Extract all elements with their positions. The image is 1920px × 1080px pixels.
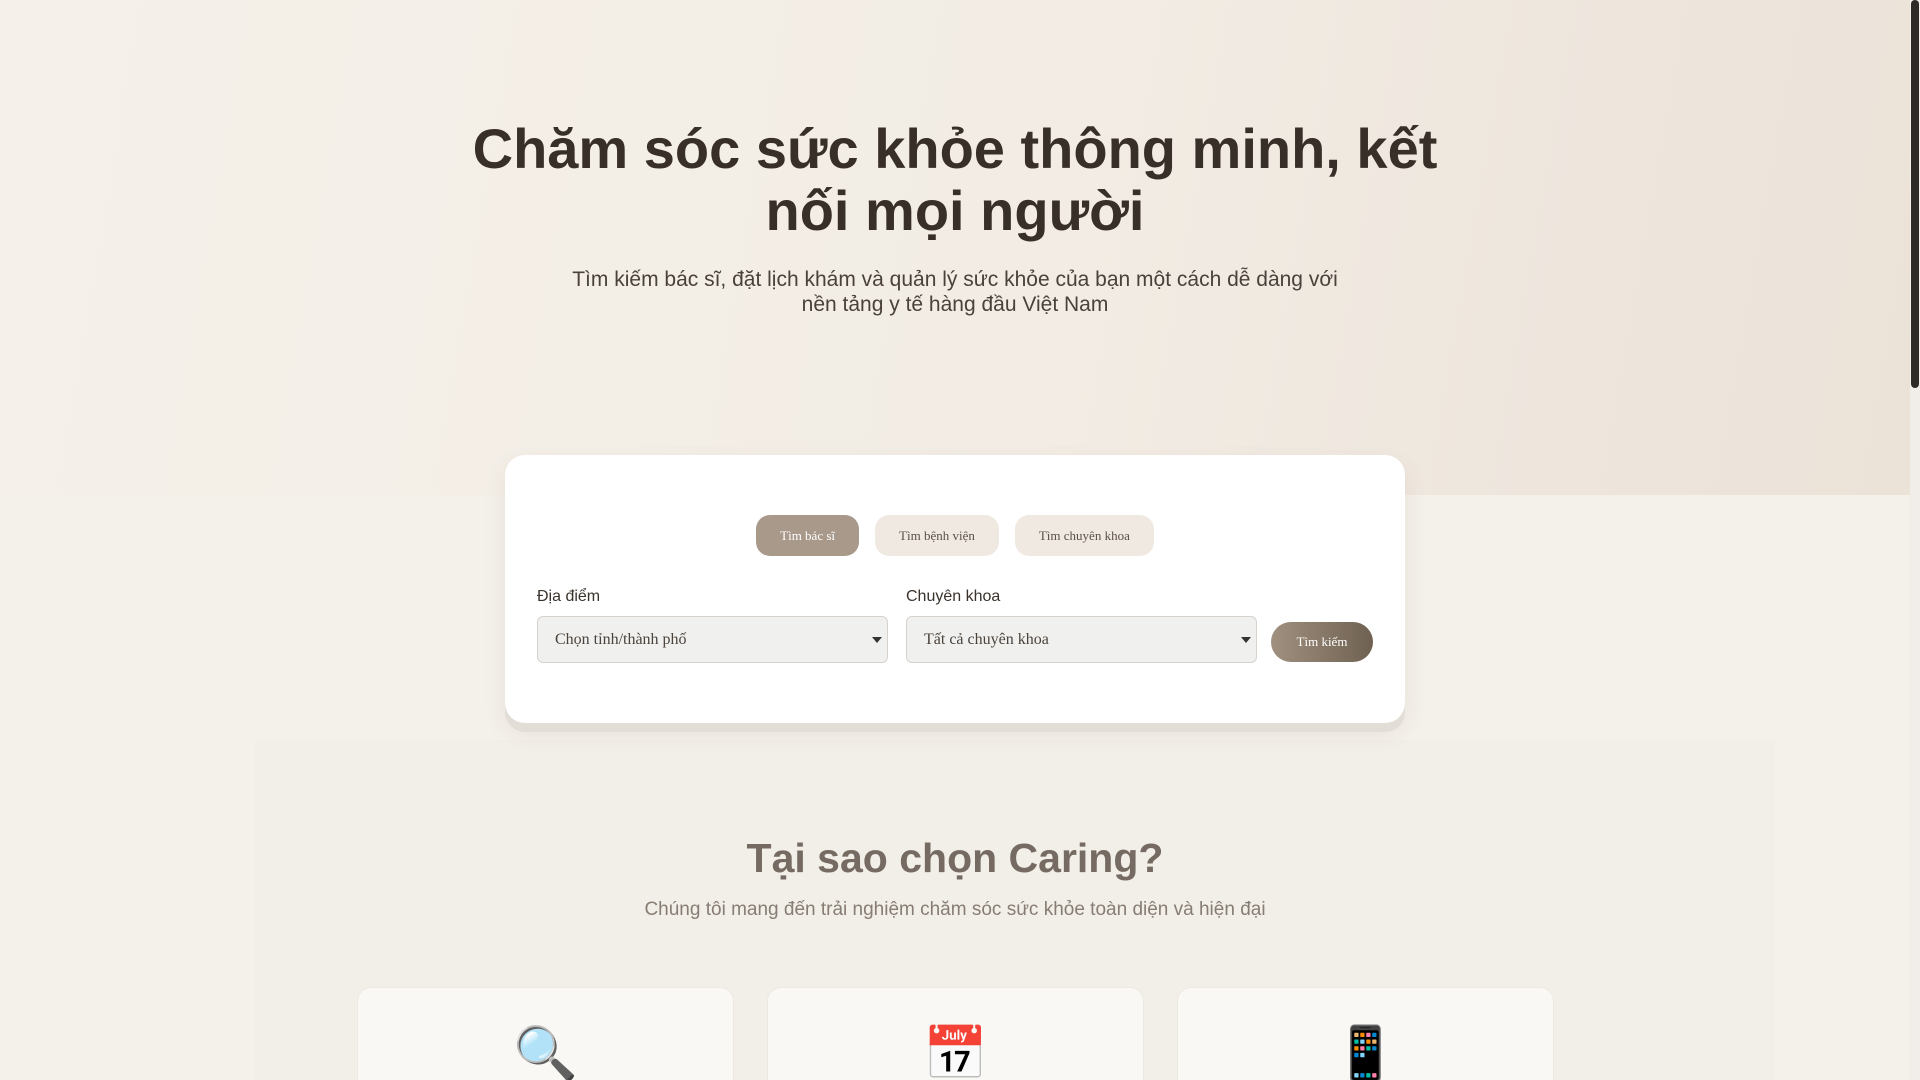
location-label: Địa điểm [537, 588, 601, 605]
specialty-select[interactable]: Tất cả chuyên khoa [906, 616, 1257, 663]
specialty-select-value: Tất cả chuyên khoa [924, 630, 1049, 648]
page: Chăm sóc sức khỏe thông minh, kết nối mọ… [0, 0, 1910, 1080]
feature-card-mobile: 📱 [1177, 987, 1554, 1080]
search-card: Tìm bác sĩ Tìm bệnh viện Tìm chuyên khoa… [505, 455, 1405, 723]
location-select-value: Chọn tỉnh/thành phố [555, 630, 687, 648]
mobile-phone-icon: 📱 [1333, 1025, 1398, 1080]
specialty-label: Chuyên khoa [906, 588, 1001, 605]
tab-find-specialty[interactable]: Tìm chuyên khoa [1014, 515, 1154, 556]
section-subtitle: Chúng tôi mang đến trải nghiệm chăm sóc … [644, 899, 1266, 920]
hero-section: Chăm sóc sức khỏe thông minh, kết nối mọ… [0, 0, 1910, 495]
section-title: Tại sao chọn Caring? [746, 835, 1164, 881]
hero-title: Chăm sóc sức khỏe thông minh, kết nối mọ… [472, 117, 1438, 242]
scrollbar-thumb[interactable] [1911, 0, 1919, 388]
location-select[interactable]: Chọn tỉnh/thành phố [537, 616, 888, 663]
feature-card-search: 🔍 [357, 987, 734, 1080]
chevron-down-icon [872, 637, 882, 643]
tab-find-doctor[interactable]: Tìm bác sĩ [756, 515, 860, 556]
search-button[interactable]: Tìm kiếm [1271, 622, 1373, 662]
calendar-icon: 📅 [923, 1025, 988, 1080]
search-tabs: Tìm bác sĩ Tìm bệnh viện Tìm chuyên khoa [505, 515, 1405, 556]
feature-card-booking: 📅 [767, 987, 1144, 1080]
tab-find-hospital[interactable]: Tìm bệnh viện [875, 515, 999, 556]
magnifying-glass-icon: 🔍 [513, 1025, 578, 1080]
chevron-down-icon [1241, 637, 1251, 643]
hero-subtitle: Tìm kiếm bác sĩ, đặt lịch khám và quản l… [572, 268, 1338, 316]
vertical-scrollbar[interactable] [1910, 0, 1920, 1080]
